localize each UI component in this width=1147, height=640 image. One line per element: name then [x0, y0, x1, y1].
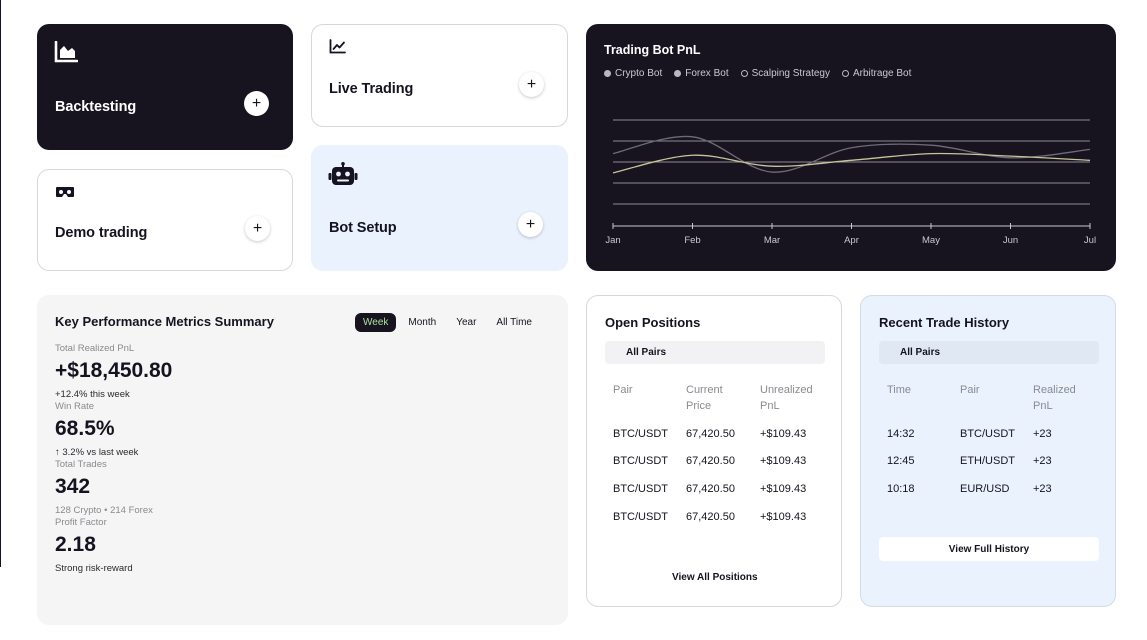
cell-unrealized-pnl: +$109.43: [760, 511, 807, 523]
view-all-positions-link[interactable]: View All Positions: [672, 572, 758, 583]
x-tick-label: Apr: [844, 235, 859, 246]
x-tick-label: Jul: [1084, 235, 1096, 246]
x-tick-label: Jan: [605, 235, 620, 246]
column-header-pair: Pair: [613, 384, 633, 396]
x-tick-label: Feb: [684, 235, 700, 246]
add-demo-trading-button[interactable]: +: [245, 216, 270, 241]
cell-pair: BTC/USDT: [613, 483, 668, 495]
line-chart-icon: [329, 39, 346, 54]
kpi-title: Key Performance Metrics Summary: [55, 314, 274, 329]
cell-pair: BTC/USDT: [613, 428, 668, 440]
bot-setup-card[interactable]: Bot Setup +: [311, 145, 568, 271]
cell-pair: EUR/USD: [960, 483, 1010, 495]
trade-history-title: Recent Trade History: [879, 315, 1010, 330]
tab-week[interactable]: Week: [355, 313, 397, 332]
cell-unrealized-pnl: +$109.43: [760, 483, 807, 495]
history-pair-filter-dropdown[interactable]: All Pairs: [879, 341, 1099, 364]
metric-value-profit-factor: 2.18: [55, 533, 96, 556]
metric-value-win-rate: 68.5%: [55, 417, 115, 440]
x-tick-label: Mar: [764, 235, 780, 246]
cell-current-price: 67,420.50: [686, 428, 735, 440]
column-header-realized-pnl: Realized PnL: [1033, 384, 1076, 412]
add-backtesting-button[interactable]: +: [244, 91, 269, 116]
robot-icon: [328, 162, 358, 185]
live-trading-title: Live Trading: [329, 81, 414, 97]
metric-label-total-trades: Total Trades: [55, 459, 107, 470]
cell-current-price: 67,420.50: [686, 483, 735, 495]
cell-realized-pnl: +23: [1033, 428, 1052, 440]
trade-history-panel: Recent Trade History All Pairs Time Pair…: [860, 295, 1116, 607]
open-positions-panel: Open Positions All Pairs Pair Current Pr…: [586, 295, 842, 607]
cell-pair: BTC/USDT: [960, 428, 1015, 440]
column-header-pair: Pair: [960, 384, 980, 396]
pnl-line-chart: Jan Feb Mar Apr May Jun Jul: [605, 119, 1096, 246]
area-chart-icon: [54, 41, 78, 63]
metric-value-realized-pnl: +$18,450.80: [55, 359, 173, 382]
metric-sub-profit-factor: Strong risk-reward: [55, 563, 133, 574]
pnl-chart-card: Trading Bot PnL Crypto Bot Forex Bot Sca…: [586, 24, 1116, 271]
cell-realized-pnl: +23: [1033, 455, 1052, 467]
vr-goggles-icon: [56, 187, 74, 197]
series-line-forex-bot: [612, 152, 1091, 174]
tab-all-time[interactable]: All Time: [488, 313, 540, 332]
cell-time: 14:32: [887, 428, 915, 440]
metric-label-realized-pnl: Total Realized PnL: [55, 343, 135, 354]
metric-sub-win-rate: ↑ 3.2% vs last week: [55, 447, 139, 458]
cell-unrealized-pnl: +$109.43: [760, 428, 807, 440]
cell-time: 12:45: [887, 455, 915, 467]
cell-realized-pnl: +23: [1033, 483, 1052, 495]
open-positions-title: Open Positions: [605, 315, 701, 330]
demo-trading-card[interactable]: Demo trading +: [37, 169, 293, 271]
metric-sub-total-trades: 128 Crypto • 214 Forex: [55, 505, 153, 516]
backtesting-title: Backtesting: [55, 99, 137, 115]
x-tick-label: Jun: [1003, 235, 1018, 246]
bot-setup-title: Bot Setup: [329, 220, 397, 236]
cell-pair: ETH/USDT: [960, 455, 1015, 467]
period-tabs: Week Month Year All Time: [355, 313, 540, 332]
kpi-panel: Key Performance Metrics Summary Week Mon…: [37, 295, 568, 625]
cell-time: 10:18: [887, 483, 915, 495]
metric-label-win-rate: Win Rate: [55, 401, 95, 412]
series-line-crypto-bot: [612, 135, 1091, 173]
cell-pair: BTC/USDT: [613, 455, 668, 467]
tab-month[interactable]: Month: [400, 313, 444, 332]
cell-pair: BTC/USDT: [613, 511, 668, 523]
view-full-history-button[interactable]: View Full History: [879, 537, 1099, 561]
add-bot-setup-button[interactable]: +: [518, 212, 543, 237]
cell-unrealized-pnl: +$109.43: [760, 455, 807, 467]
left-edge-line: [0, 0, 1, 567]
column-header-unrealized-pnl: Unrealized PnL: [760, 384, 813, 412]
column-header-current-price: Current Price: [686, 384, 723, 412]
cell-current-price: 67,420.50: [686, 455, 735, 467]
x-tick-label: May: [922, 235, 940, 246]
metric-value-total-trades: 342: [55, 475, 91, 498]
add-live-trading-button[interactable]: +: [519, 72, 544, 97]
tab-year[interactable]: Year: [448, 313, 484, 332]
column-header-time: Time: [887, 384, 912, 396]
demo-trading-title: Demo trading: [55, 225, 148, 241]
cell-current-price: 67,420.50: [686, 511, 735, 523]
pair-filter-dropdown[interactable]: All Pairs: [605, 341, 825, 364]
live-trading-card[interactable]: Live Trading +: [311, 24, 568, 127]
metric-sub-realized-pnl: +12.4% this week: [55, 389, 130, 400]
metric-label-profit-factor: Profit Factor: [55, 517, 107, 528]
backtesting-card[interactable]: Backtesting +: [37, 24, 293, 150]
